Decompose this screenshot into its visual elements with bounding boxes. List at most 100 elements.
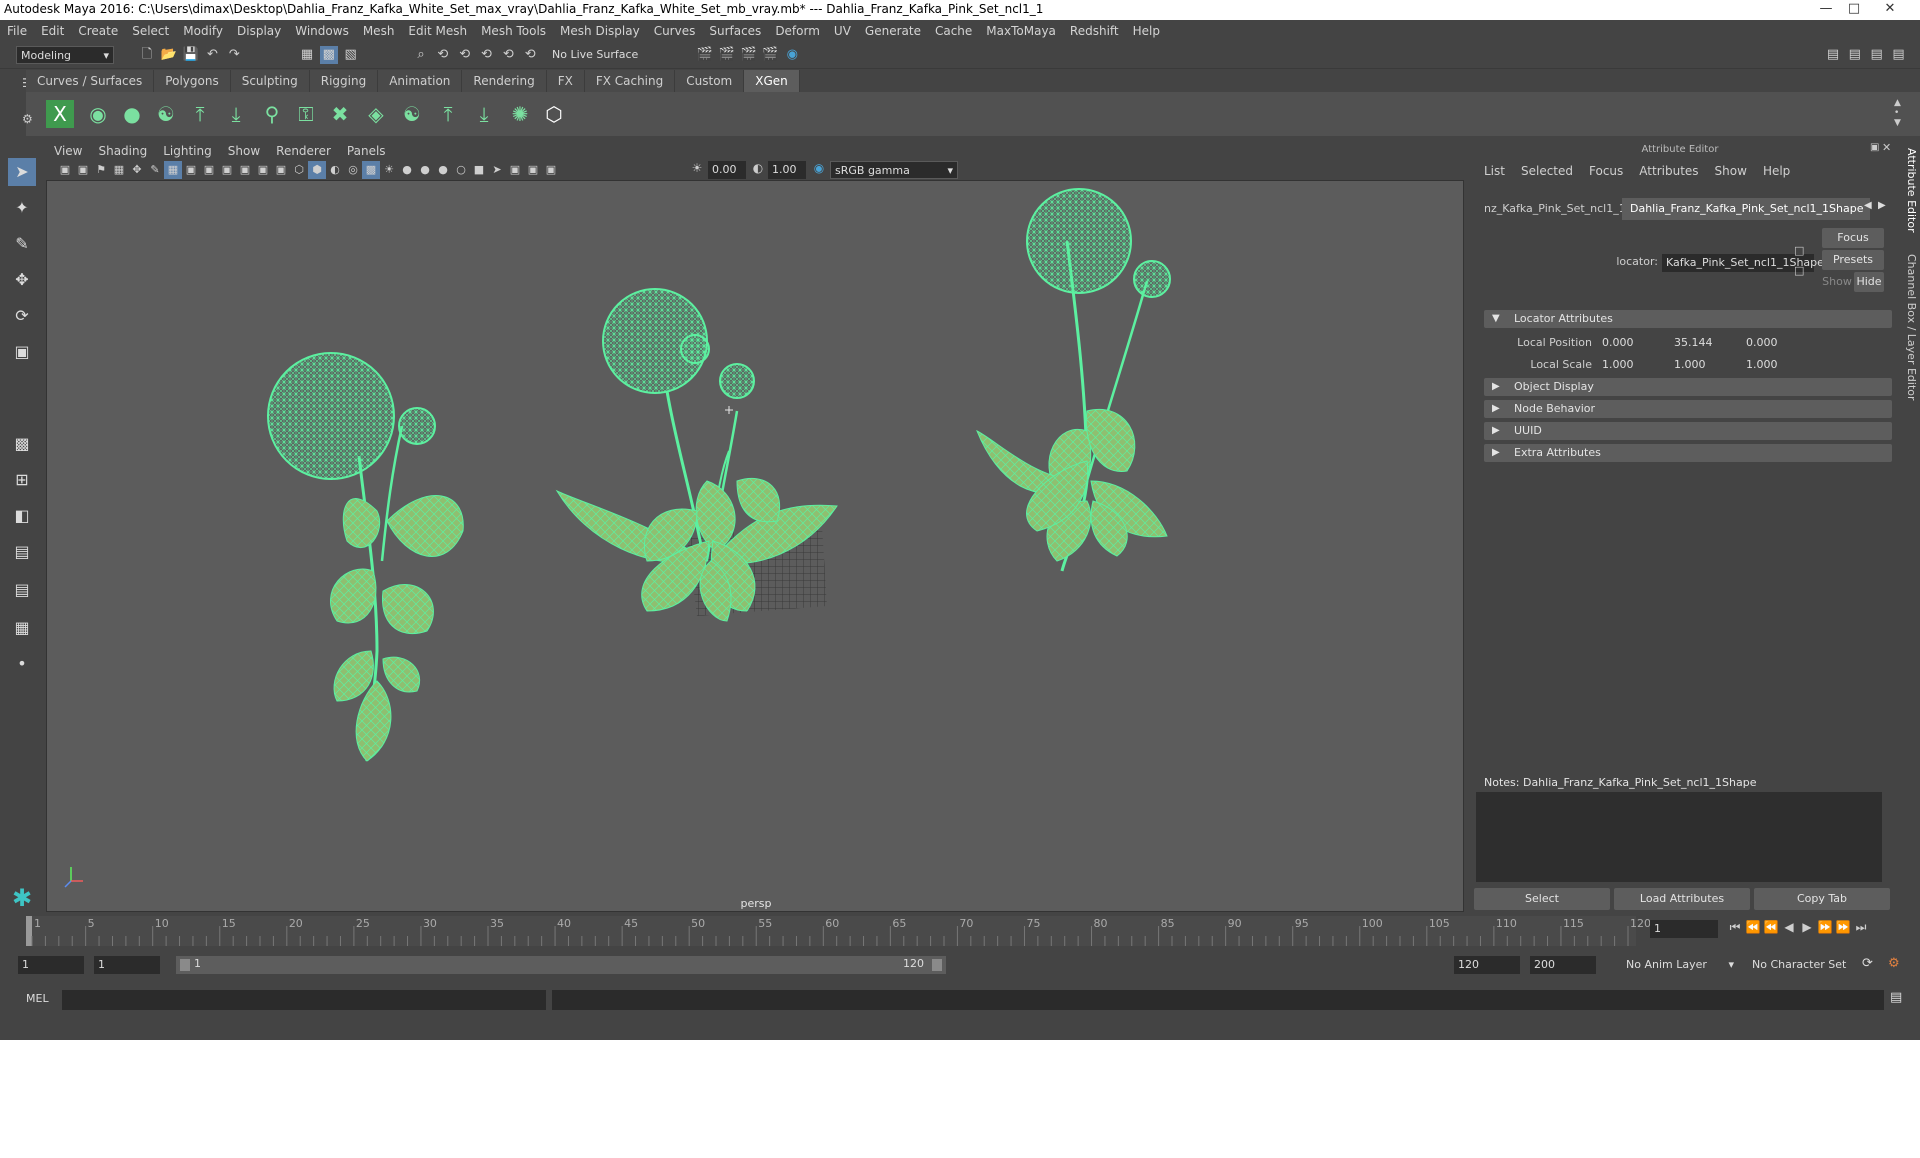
- go-to-input-icon[interactable]: □: [1794, 244, 1804, 257]
- animation-preferences-icon[interactable]: ⚙: [1888, 956, 1900, 971]
- menu-file[interactable]: File: [0, 24, 34, 38]
- xgen-lock-icon[interactable]: ⚿: [292, 100, 320, 128]
- command-language-label[interactable]: MEL: [26, 992, 49, 1005]
- snap-point-icon[interactable]: ⟲: [456, 46, 474, 64]
- wireframe-icon[interactable]: ⬡: [290, 161, 308, 179]
- hypershade-icon[interactable]: ◉: [783, 46, 801, 64]
- side-tab-channel-box[interactable]: Channel Box / Layer Editor: [1898, 254, 1918, 401]
- attr-menu-selected[interactable]: Selected: [1513, 164, 1581, 178]
- menu-edit[interactable]: Edit: [34, 24, 71, 38]
- playback-end-field[interactable]: 120: [1454, 956, 1520, 974]
- attr-menu-attributes[interactable]: Attributes: [1631, 164, 1706, 178]
- select-button[interactable]: Select: [1474, 888, 1610, 910]
- dahlia-flower-third[interactable]: [976, 188, 1171, 572]
- animation-end-field[interactable]: 200: [1530, 956, 1596, 974]
- menu-mesh[interactable]: Mesh: [356, 24, 402, 38]
- menu-surfaces[interactable]: Surfaces: [702, 24, 768, 38]
- tab-sculpting[interactable]: Sculpting: [230, 70, 310, 92]
- snap-surface-icon[interactable]: ⟲: [499, 46, 517, 64]
- single-perspective-layout-icon[interactable]: ▩: [8, 430, 36, 458]
- float-panel-icon[interactable]: ▣: [1870, 142, 1879, 153]
- step-back-key-icon[interactable]: ⏪: [1744, 918, 1762, 936]
- 2d-pan-zoom-icon[interactable]: ✥: [128, 161, 146, 179]
- film-gate-icon[interactable]: ▣: [182, 161, 200, 179]
- close-icon[interactable]: ✕: [1868, 0, 1912, 18]
- xgen-fx-icon[interactable]: ✺: [506, 100, 534, 128]
- section-extra-attributes[interactable]: ▶ Extra Attributes: [1484, 444, 1892, 462]
- step-forward-key-icon[interactable]: ⏩: [1834, 918, 1852, 936]
- xgen-interactive-icon[interactable]: ⬡: [540, 100, 568, 128]
- live-surface-field[interactable]: No Live Surface: [552, 46, 656, 64]
- bookmark-icon[interactable]: ⚑: [92, 161, 110, 179]
- screen-space-ao-icon[interactable]: ●: [416, 161, 434, 179]
- xgen-description-icon[interactable]: ●: [118, 100, 146, 128]
- playback-start-field[interactable]: 1: [94, 956, 160, 974]
- play-forward-icon[interactable]: ▶: [1798, 918, 1816, 936]
- snap-view-icon[interactable]: ⟲: [477, 46, 495, 64]
- isolate-select-icon[interactable]: ➤: [488, 161, 506, 179]
- show-button[interactable]: Show: [1822, 272, 1852, 292]
- default-material-icon[interactable]: ◐: [326, 161, 344, 179]
- xray-joints-icon[interactable]: ▣: [524, 161, 542, 179]
- shelf-scroll-icon[interactable]: ▲ • ▼: [1894, 98, 1901, 128]
- menu-help[interactable]: Help: [1126, 24, 1167, 38]
- current-frame-field[interactable]: 1: [1650, 920, 1718, 938]
- shelf-settings-icon[interactable]: ⚙: [22, 112, 33, 126]
- select-tool-icon[interactable]: ➤: [8, 158, 36, 186]
- xgen-editor-icon[interactable]: X: [46, 100, 74, 128]
- xgen-add-guide-icon[interactable]: ⤒: [186, 100, 214, 128]
- go-to-end-icon[interactable]: ⏭: [1852, 918, 1870, 936]
- viewport-menu-shading[interactable]: Shading: [90, 144, 155, 158]
- open-scene-icon[interactable]: 📂: [160, 46, 178, 64]
- camera-icon[interactable]: ▣: [56, 161, 74, 179]
- menu-windows[interactable]: Windows: [288, 24, 356, 38]
- menu-maxtomaya[interactable]: MaxToMaya: [979, 24, 1063, 38]
- textured-icon[interactable]: ▩: [362, 161, 380, 179]
- presets-button[interactable]: Presets: [1822, 250, 1884, 270]
- attr-menu-show[interactable]: Show: [1707, 164, 1755, 178]
- menu-display[interactable]: Display: [230, 24, 288, 38]
- render-settings-icon[interactable]: 🎬: [761, 46, 779, 64]
- minimize-icon[interactable]: —: [1812, 0, 1840, 18]
- tab-rigging[interactable]: Rigging: [309, 70, 379, 92]
- exposure-icon[interactable]: ☀: [688, 161, 706, 179]
- tab-animation[interactable]: Animation: [378, 70, 463, 92]
- close-panel-icon[interactable]: ✕: [1882, 141, 1891, 154]
- menu-uv[interactable]: UV: [827, 24, 858, 38]
- character-set-dropdown[interactable]: No Character Set: [1752, 956, 1856, 974]
- attr-menu-focus[interactable]: Focus: [1581, 164, 1631, 178]
- section-node-behavior[interactable]: ▶ Node Behavior: [1484, 400, 1892, 418]
- persp-graph-layout-icon[interactable]: ▤: [8, 538, 36, 566]
- image-plane-icon[interactable]: ▦: [110, 161, 128, 179]
- xgen-layer-icon[interactable]: ◈: [362, 100, 390, 128]
- xgen-place-guide-icon[interactable]: ⤓: [222, 100, 250, 128]
- viewport-menu-view[interactable]: View: [46, 144, 90, 158]
- viewport-menu-panels[interactable]: Panels: [339, 144, 394, 158]
- menu-edit-mesh[interactable]: Edit Mesh: [401, 24, 474, 38]
- color-management-icon[interactable]: ◉: [810, 161, 828, 179]
- section-uuid[interactable]: ▶ UUID: [1484, 422, 1892, 440]
- side-tab-attribute-editor[interactable]: Attribute Editor: [1898, 148, 1918, 233]
- modeling-toolkit-icon[interactable]: ▤: [1824, 46, 1842, 64]
- lights-icon[interactable]: ☀: [380, 161, 398, 179]
- tab-polygons[interactable]: Polygons: [154, 70, 231, 92]
- gamma-field[interactable]: 1.00: [768, 161, 806, 179]
- magnet-icon[interactable]: ⟲: [521, 46, 539, 64]
- menu-modify[interactable]: Modify: [176, 24, 230, 38]
- select-hierarchy-icon[interactable]: ▦: [298, 46, 316, 64]
- snap-grid-icon[interactable]: ⌕: [412, 46, 430, 64]
- focus-button[interactable]: Focus: [1822, 228, 1884, 248]
- grid-icon[interactable]: ▦: [164, 161, 182, 179]
- menu-redshift[interactable]: Redshift: [1063, 24, 1126, 38]
- go-to-output-icon[interactable]: □: [1794, 264, 1804, 277]
- shadows-icon[interactable]: ●: [398, 161, 416, 179]
- tool-settings-icon[interactable]: ▤: [1868, 46, 1886, 64]
- section-locator-attributes[interactable]: ▼ Locator Attributes: [1484, 310, 1892, 328]
- range-slider[interactable]: 1 120: [176, 956, 946, 974]
- motion-blur-icon[interactable]: ●: [434, 161, 452, 179]
- grease-pencil-icon[interactable]: ✎: [146, 161, 164, 179]
- channel-box-icon[interactable]: ▤: [1889, 46, 1907, 64]
- load-attributes-button[interactable]: Load Attributes: [1614, 888, 1750, 910]
- persp-hypershade-layout-icon[interactable]: ▤: [8, 576, 36, 604]
- perspective-viewport[interactable]: persp: [46, 180, 1464, 912]
